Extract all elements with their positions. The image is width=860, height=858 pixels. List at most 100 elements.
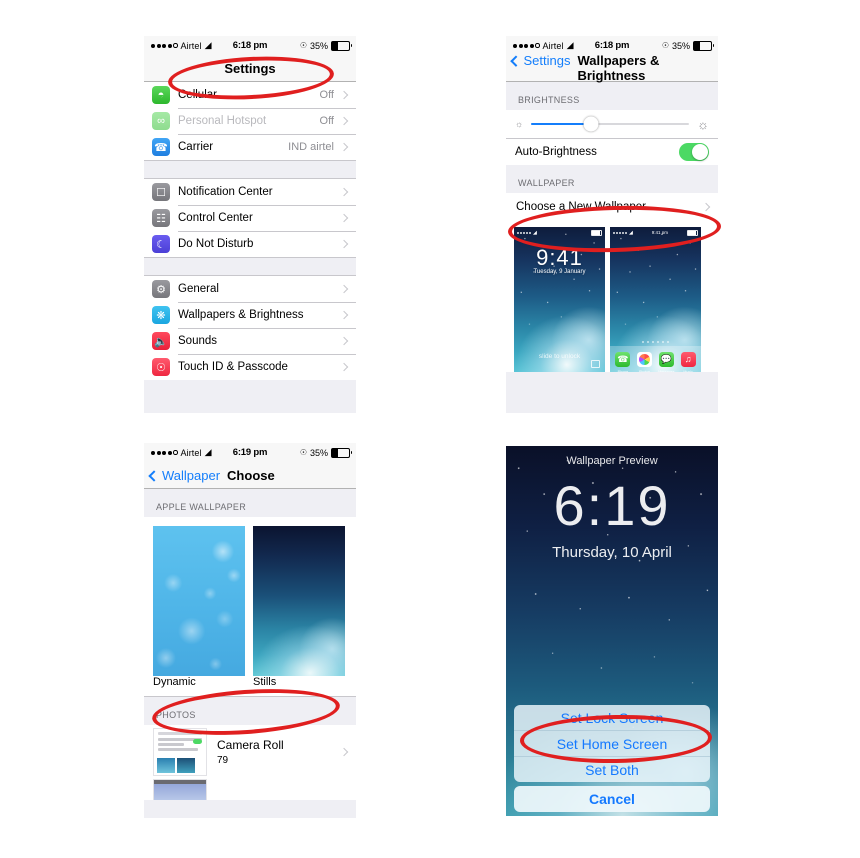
battery-percent: 35% <box>309 40 328 51</box>
brightness-slider-row[interactable]: ☼ ☼ <box>506 110 718 138</box>
thumb-lock-time: 9:41 <box>536 245 583 270</box>
page-dots-icon <box>610 341 701 343</box>
page-title: Wallpapers & Brightness <box>577 53 660 83</box>
stills-wallpaper-preview[interactable] <box>253 526 345 676</box>
status-right: ☉ 35% <box>662 40 714 51</box>
next-album-partial-thumbnail[interactable] <box>153 779 207 800</box>
phone-app-icon: ☎ Phone <box>615 351 631 372</box>
sidebar-item-sounds[interactable]: 🔈 Sounds <box>144 328 356 354</box>
thumb-home-time: 9:41 pm <box>651 230 669 235</box>
battery-icon <box>693 40 714 51</box>
camera-roll-name: Camera Roll <box>217 738 284 752</box>
sidebar-item-cellular[interactable]: ◓ Cellular Off <box>144 82 356 108</box>
panel-wallpapers-brightness: Airtel ◢ 6:18 pm ☉ 35% Settings Wallpape… <box>506 36 718 413</box>
chevron-right-icon <box>339 187 349 197</box>
status-right: ☉ 35% <box>299 40 352 51</box>
camera-roll-count: 79 <box>217 755 229 766</box>
personal-hotspot-icon: ∞ <box>152 112 170 130</box>
app-label: Phone <box>617 369 629 373</box>
camera-roll-thumbnail <box>153 728 207 776</box>
back-chevron-icon[interactable] <box>510 55 522 67</box>
chevron-right-icon <box>339 336 349 346</box>
notification-center-icon: ☐ <box>152 183 170 201</box>
photos-app-icon: Photos <box>637 351 653 372</box>
sidebar-item-personal-hotspot[interactable]: ∞ Personal Hotspot Off <box>144 108 356 134</box>
wallpaper-thumbnails: ◢ 9:41 Tuesday, 9 January slide to unloc… <box>506 220 718 372</box>
page-title: Choose <box>227 467 275 483</box>
chevron-right-icon <box>339 284 349 294</box>
brightness-section-header: BRIGHTNESS <box>506 82 718 110</box>
battery-icon <box>331 40 352 51</box>
sidebar-item-do-not-disturb[interactable]: ☾ Do Not Disturb <box>144 231 356 257</box>
lock-screen-thumbnail[interactable]: ◢ 9:41 Tuesday, 9 January slide to unloc… <box>514 227 605 372</box>
row-label: Notification Center <box>178 186 273 198</box>
rotation-lock-icon: ☉ <box>299 41 307 50</box>
settings-group-connectivity: ◓ Cellular Off ∞ Personal Hotspot Off ☎ … <box>144 82 356 160</box>
dynamic-wallpaper-preview[interactable] <box>153 526 245 676</box>
sun-large-icon: ☼ <box>697 116 709 132</box>
row-label: General <box>178 283 219 295</box>
chevron-right-icon <box>339 747 349 757</box>
chevron-right-icon <box>701 202 711 211</box>
slider-knob[interactable] <box>583 116 599 132</box>
sidebar-item-touch-id-passcode[interactable]: ☉ Touch ID & Passcode <box>144 354 356 380</box>
photos-group: Camera Roll 79 <box>144 725 356 800</box>
caption-dynamic: Dynamic <box>153 676 196 688</box>
group-separator <box>144 160 356 179</box>
cellular-icon: ◓ <box>152 86 170 104</box>
fingerprint-icon: ☉ <box>152 358 170 376</box>
sidebar-item-notification-center[interactable]: ☐ Notification Center <box>144 179 356 205</box>
apple-wallpaper-header: APPLE WALLPAPER <box>144 489 356 517</box>
sidebar-item-carrier[interactable]: ☎ Carrier IND airtel <box>144 134 356 160</box>
list-item-camera-roll[interactable]: Camera Roll 79 <box>144 725 356 779</box>
row-label: Wallpapers & Brightness <box>178 309 304 321</box>
preview-canvas[interactable]: Wallpaper Preview 6:19 Thursday, 10 Apri… <box>506 446 718 816</box>
chevron-right-icon <box>339 142 349 152</box>
row-label: Control Center <box>178 212 253 224</box>
back-button-label[interactable]: Wallpaper <box>162 468 220 483</box>
battery-icon <box>331 447 352 458</box>
wallpaper-cell-stills[interactable] <box>253 526 345 676</box>
set-lock-screen-button[interactable]: Set Lock Screen <box>514 705 710 730</box>
caption-stills: Stills <box>253 676 277 688</box>
music-app-icon: ♫ Music <box>680 351 696 372</box>
sidebar-item-control-center[interactable]: ☷ Control Center <box>144 205 356 231</box>
wallpaper-section-header: WALLPAPER <box>506 165 718 193</box>
set-home-screen-button[interactable]: Set Home Screen <box>514 730 710 756</box>
preview-date: Thursday, 10 April <box>552 544 672 561</box>
wallpaper-group: Choose a New Wallpaper ◢ 9:41 Tuesday, 9… <box>506 193 718 372</box>
row-label: Do Not Disturb <box>178 238 254 250</box>
auto-brightness-toggle[interactable] <box>679 143 709 161</box>
preview-label: Wallpaper Preview <box>566 455 658 467</box>
cancel-button[interactable]: Cancel <box>514 786 710 812</box>
thumb-slide-to-unlock: slide to unlock <box>538 353 581 360</box>
action-sheet: Set Lock Screen Set Home Screen Set Both <box>514 705 710 782</box>
row-label: Choose a New Wallpaper <box>516 200 646 213</box>
home-screen-thumbnail[interactable]: ◢ 9:41 pm ☎ Phone Photos 💬 Messages ♫ Music <box>610 227 701 372</box>
do-not-disturb-icon: ☾ <box>152 235 170 253</box>
brightness-slider[interactable] <box>531 116 690 132</box>
wallpaper-cell-dynamic[interactable] <box>153 526 245 676</box>
sidebar-item-wallpapers-brightness[interactable]: ❋ Wallpapers & Brightness <box>144 302 356 328</box>
preview-time: 6:19 <box>553 474 671 537</box>
chevron-right-icon <box>339 116 349 126</box>
back-chevron-icon[interactable] <box>148 469 160 482</box>
row-label: Sounds <box>178 335 218 347</box>
row-label: Cellular <box>178 89 217 101</box>
set-both-button[interactable]: Set Both <box>514 756 710 782</box>
row-label: Carrier <box>178 141 214 153</box>
sidebar-item-general[interactable]: ⚙ General <box>144 276 356 302</box>
group-separator <box>144 257 356 276</box>
chevron-right-icon <box>339 239 349 249</box>
app-label: Messages <box>658 369 675 373</box>
wallpaper-category-grid <box>144 517 356 676</box>
back-button-label[interactable]: Settings <box>524 53 571 68</box>
sounds-icon: 🔈 <box>152 332 170 350</box>
auto-brightness-row[interactable]: Auto-Brightness <box>506 138 718 165</box>
chevron-right-icon <box>339 213 349 223</box>
choose-new-wallpaper-row[interactable]: Choose a New Wallpaper <box>506 193 718 220</box>
row-label: Personal Hotspot <box>178 115 267 127</box>
nav-inline: Settings Wallpapers & Brightness <box>510 53 718 83</box>
auto-brightness-label: Auto-Brightness <box>515 146 597 158</box>
carrier-icon: ☎ <box>152 138 170 156</box>
